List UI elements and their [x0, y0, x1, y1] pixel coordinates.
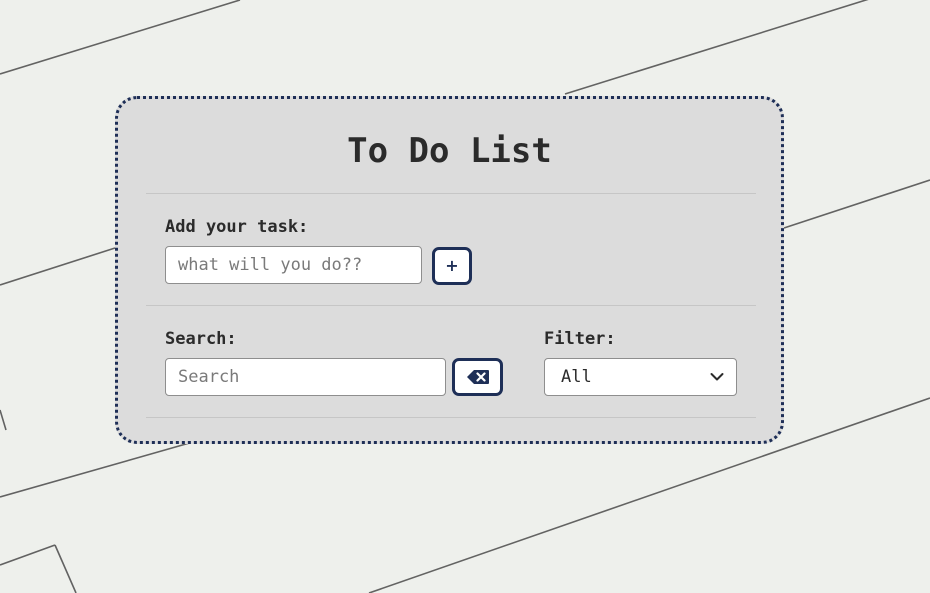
search-label: Search: [165, 329, 237, 349]
filter-selected-value: All [561, 367, 592, 387]
divider [146, 417, 756, 418]
plus-icon: + [445, 256, 459, 275]
divider [146, 193, 756, 194]
todo-card: To Do List Add your task: + Search: Filt… [115, 96, 784, 444]
add-task-input[interactable] [165, 246, 422, 284]
page-title: To Do List [347, 131, 552, 171]
add-task-button[interactable]: + [432, 247, 472, 285]
search-input[interactable] [165, 358, 446, 396]
filter-label: Filter: [544, 329, 616, 349]
clear-search-button[interactable] [452, 358, 503, 396]
add-task-label: Add your task: [165, 217, 309, 237]
filter-select[interactable]: All [544, 358, 737, 396]
divider [146, 305, 756, 306]
backspace-icon [466, 370, 489, 384]
chevron-down-icon [710, 373, 724, 381]
